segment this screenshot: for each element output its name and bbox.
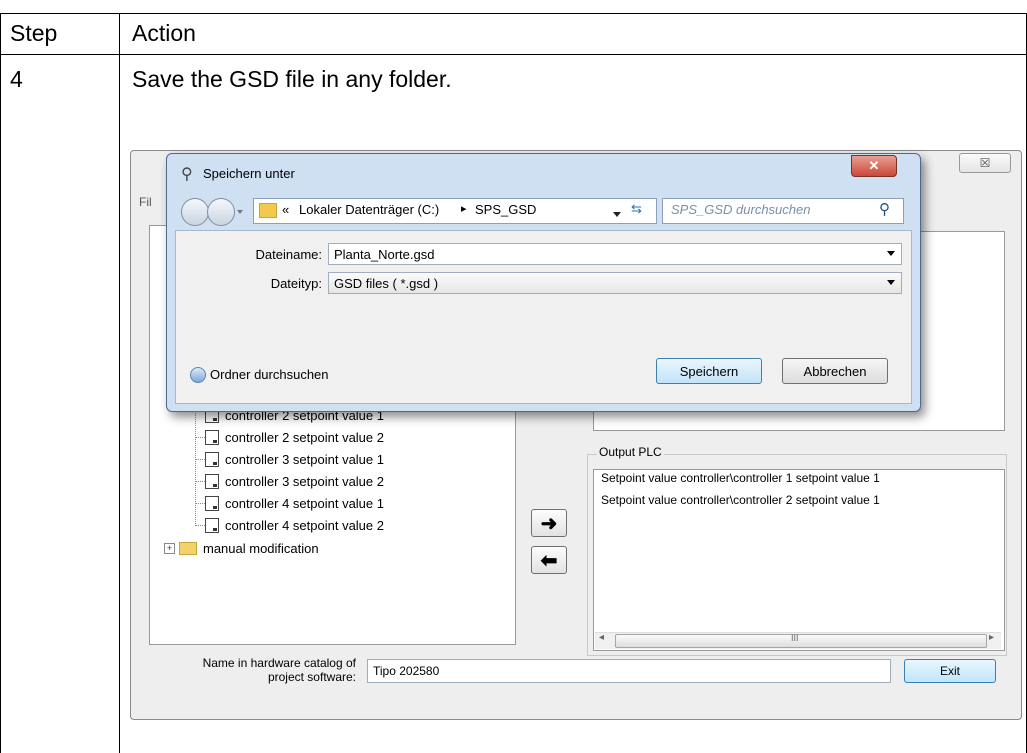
folder-path-icon	[259, 203, 277, 218]
scroll-thumb[interactable]	[615, 634, 987, 648]
tree-item[interactable]: controller 4 setpoint value 1	[205, 493, 384, 513]
tree-item-label: controller 3 setpoint value 2	[225, 473, 384, 489]
document-icon	[205, 429, 219, 445]
browse-folders-toggle[interactable]: Ordner durchsuchen	[210, 367, 329, 382]
filetype-select[interactable]: GSD files ( *.gsd )	[328, 272, 902, 294]
tree-item[interactable]: controller 4 setpoint value 2	[205, 515, 384, 535]
filetype-label: Dateityp:	[270, 276, 322, 291]
scroll-left-icon[interactable]: ◂	[599, 632, 604, 643]
tree-item[interactable]: controller 3 setpoint value 1	[205, 449, 384, 469]
document-icon	[205, 495, 219, 511]
tree-item-label: controller 4 setpoint value 2	[225, 517, 384, 533]
folder-icon	[179, 541, 197, 555]
refresh-icon[interactable]: ⇆	[631, 201, 642, 217]
remove-from-output-button[interactable]: ⬅	[531, 546, 567, 574]
history-dropdown-icon[interactable]	[237, 210, 243, 214]
scroll-thumb-grip: III	[791, 633, 799, 643]
tree-item-label: controller 3 setpoint value 1	[225, 451, 384, 467]
window-close-button[interactable]: ☒	[959, 153, 1011, 173]
dialog-close-button[interactable]: ✕	[851, 155, 897, 177]
tree-connector	[195, 437, 205, 438]
browse-folders-icon[interactable]	[190, 367, 206, 383]
dialog-body: Dateiname: Planta_Norte.gsd Dateityp: GS…	[175, 230, 912, 404]
tree-item[interactable]: controller 3 setpoint value 2	[205, 471, 384, 491]
expand-plus-icon[interactable]: +	[164, 542, 175, 554]
menu-file[interactable]: Fil	[139, 195, 152, 209]
filename-input[interactable]: Planta_Norte.gsd	[328, 243, 902, 265]
save-button[interactable]: Speichern	[656, 358, 762, 384]
exit-button[interactable]: Exit	[904, 659, 996, 683]
tree-connector	[195, 481, 205, 482]
row-step-number: 4	[10, 66, 23, 92]
tree-folder-item[interactable]: + manual modification	[164, 538, 319, 558]
tree-item[interactable]: controller 2 setpoint value 2	[205, 427, 384, 447]
document-icon	[205, 451, 219, 467]
save-as-dialog: ⚲ Speichern unter ✕ « Lokaler Datenträge…	[166, 153, 921, 412]
tree-connector	[195, 525, 205, 526]
dialog-title: Speichern unter	[203, 166, 295, 181]
tree-folder-label: manual modification	[203, 540, 319, 556]
path-overflow[interactable]: «	[282, 202, 289, 217]
document-icon	[205, 473, 219, 489]
output-plc-label: Output PLC	[597, 445, 664, 459]
add-to-output-button[interactable]: ➜	[531, 509, 567, 537]
forward-button[interactable]	[207, 198, 235, 226]
filename-value: Planta_Norte.gsd	[334, 246, 435, 262]
filetype-value: GSD files ( *.gsd )	[334, 275, 439, 291]
table-column-divider	[119, 13, 120, 753]
header-step: Step	[10, 20, 58, 46]
tree-connector	[195, 459, 205, 460]
path-drive[interactable]: Lokaler Datenträger (C:)	[299, 202, 439, 217]
search-icon[interactable]: ⚲	[879, 200, 890, 218]
tree-item-label: controller 4 setpoint value 1	[225, 495, 384, 511]
save-icon: ⚲	[181, 166, 193, 183]
path-separator: ▸	[461, 203, 467, 215]
filename-label: Dateiname:	[255, 247, 322, 262]
address-dropdown-icon[interactable]	[613, 212, 621, 217]
scroll-right-icon[interactable]: ▸	[989, 632, 994, 643]
search-placeholder: SPS_GSD durchsuchen	[671, 202, 811, 217]
tree-item-label: controller 2 setpoint value 2	[225, 429, 384, 445]
filetype-dropdown-icon[interactable]	[887, 280, 895, 285]
table-border-top	[0, 13, 1027, 14]
header-action: Action	[132, 20, 196, 46]
filename-dropdown-icon[interactable]	[887, 251, 895, 256]
tree-connector	[195, 402, 196, 526]
document-icon	[205, 517, 219, 533]
table-border-left	[0, 13, 1, 753]
output-item[interactable]: Setpoint value controller\controller 1 s…	[601, 471, 880, 485]
catalog-name-label-line2: project software:	[267, 670, 356, 684]
back-button[interactable]	[181, 198, 209, 226]
path-folder[interactable]: SPS_GSD	[475, 202, 536, 217]
table-border-mid	[0, 54, 1027, 55]
tree-connector	[195, 503, 205, 504]
catalog-name-label-line1: Name in hardware catalog of	[202, 656, 356, 670]
cancel-button[interactable]: Abbrechen	[782, 358, 888, 384]
output-item[interactable]: Setpoint value controller\controller 2 s…	[601, 493, 880, 507]
catalog-name-input[interactable]: Tipo 202580	[367, 659, 891, 683]
row-action-text: Save the GSD file in any folder.	[132, 66, 452, 92]
